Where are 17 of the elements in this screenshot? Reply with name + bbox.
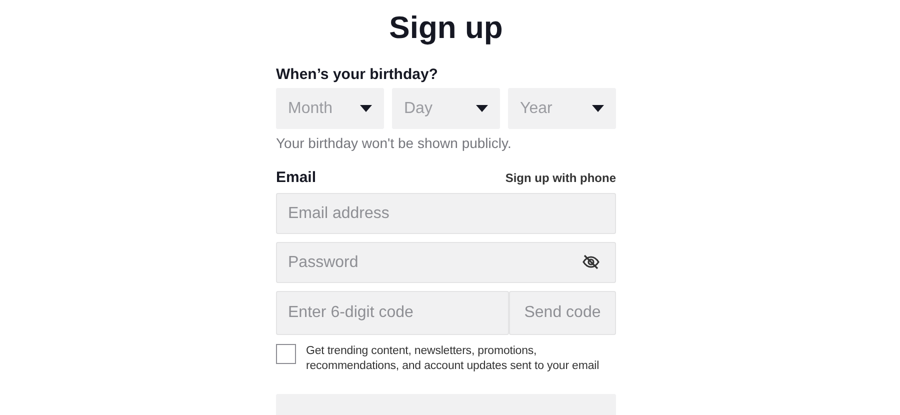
checkbox[interactable]	[276, 344, 296, 364]
phone-signup-link[interactable]: Sign up with phone	[505, 171, 616, 185]
password-field[interactable]: Password	[276, 242, 616, 283]
date-select[interactable]: Day	[392, 88, 500, 129]
birthday-label: When’s your birthday?	[276, 66, 439, 83]
eye-icon[interactable]	[582, 254, 600, 270]
page-title: Sign up	[388, 9, 504, 47]
caret-icon	[360, 105, 372, 112]
birthday-hint: Your birthday won't be shown publicly.	[276, 135, 512, 151]
caret-icon	[476, 105, 488, 112]
caret-icon	[592, 105, 604, 112]
code-field[interactable]: Enter 6-digit code	[276, 291, 509, 335]
consent-text: Get trending content, newsletters, promotions, recommendations, and account updates sent to your email	[306, 344, 600, 374]
email-label: Email	[276, 169, 316, 186]
email-field[interactable]: Email address	[276, 193, 616, 234]
date-select[interactable]: Month	[276, 88, 384, 129]
date-select[interactable]: Year	[508, 88, 616, 129]
